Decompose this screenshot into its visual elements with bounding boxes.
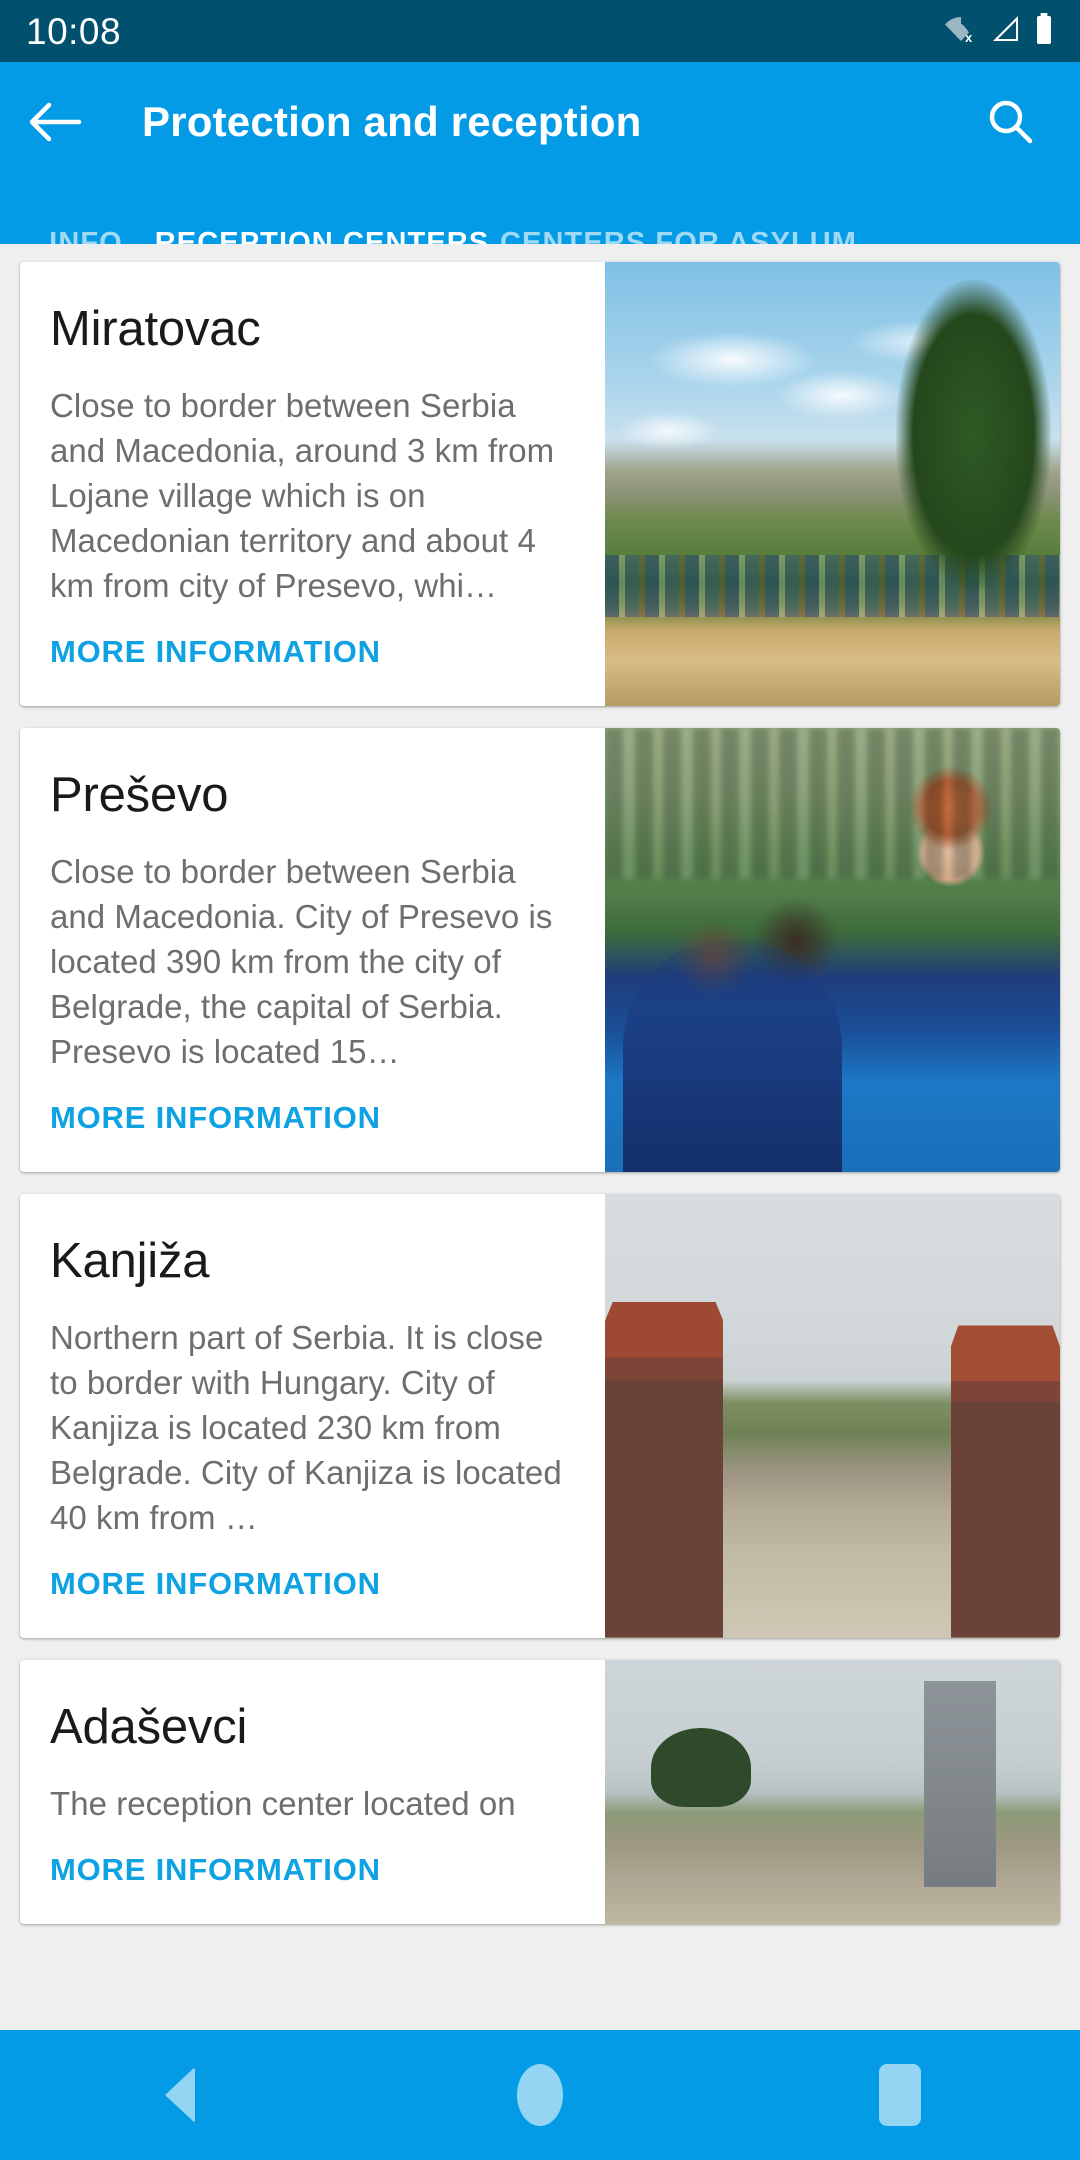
status-icon-group: x: [944, 12, 1054, 50]
card-description: The reception center located on: [50, 1784, 516, 1822]
nav-back-icon: [165, 2067, 195, 2123]
nav-recents-icon: [879, 2064, 921, 2126]
card-body: Preševo Close to border between Serbia a…: [20, 728, 605, 1172]
phone-screen: 10:08 x Protection and reception INFO RE…: [0, 0, 1080, 2160]
list-item[interactable]: Kanjiža Northern part of Serbia. It is c…: [20, 1193, 1060, 1638]
card-photo: [605, 727, 1060, 1172]
list-item[interactable]: Miratovac Close to border between Serbia…: [20, 262, 1060, 706]
card-title: Kanjiža: [50, 1233, 210, 1288]
card-title: Adaševci: [50, 1699, 248, 1754]
more-information-link[interactable]: MORE INFORMATION: [50, 1852, 575, 1924]
card-body: Kanjiža Northern part of Serbia. It is c…: [20, 1194, 605, 1638]
battery-icon: [1034, 12, 1054, 50]
card-body: Adaševci The reception center located on…: [20, 1660, 605, 1924]
nav-back-button[interactable]: [90, 2030, 270, 2160]
status-bar: 10:08 x: [0, 0, 1080, 62]
search-icon: [989, 100, 1033, 144]
card-title: Miratovac: [50, 302, 261, 356]
card-body: Miratovac Close to border between Serbia…: [20, 262, 605, 706]
card-photo: [605, 262, 1060, 706]
card-description: Close to border between Serbia and Maced…: [50, 852, 553, 1070]
status-clock: 10:08: [26, 10, 122, 52]
app-bar: Protection and reception INFO RECEPTION …: [0, 62, 1080, 306]
nav-home-button[interactable]: [450, 2030, 630, 2160]
list-item[interactable]: Preševo Close to border between Serbia a…: [20, 727, 1060, 1172]
signal-icon: [990, 14, 1022, 49]
page-title: Protection and reception: [142, 98, 642, 145]
reception-centers-list[interactable]: Miratovac Close to border between Serbia…: [0, 244, 1080, 2030]
card-photo: [605, 1659, 1060, 1924]
back-arrow-icon: [29, 102, 82, 142]
more-information-link[interactable]: MORE INFORMATION: [50, 1566, 575, 1638]
app-bar-row: Protection and reception: [0, 62, 1080, 182]
search-button[interactable]: [956, 62, 1066, 182]
back-button[interactable]: [0, 62, 110, 182]
system-navigation-bar: [0, 2030, 1080, 2160]
wifi-off-icon: x: [944, 14, 978, 49]
card-description: Northern part of Serbia. It is close to …: [50, 1318, 562, 1536]
more-information-link[interactable]: MORE INFORMATION: [50, 1100, 575, 1172]
nav-home-icon: [517, 2064, 563, 2126]
list-item[interactable]: Adaševci The reception center located on…: [20, 1659, 1060, 1924]
more-information-link[interactable]: MORE INFORMATION: [50, 634, 575, 706]
nav-recents-button[interactable]: [810, 2030, 990, 2160]
card-title: Preševo: [50, 767, 229, 822]
svg-text:x: x: [965, 30, 973, 44]
card-description: Close to border between Serbia and Maced…: [50, 386, 555, 604]
card-photo: [605, 1193, 1060, 1638]
